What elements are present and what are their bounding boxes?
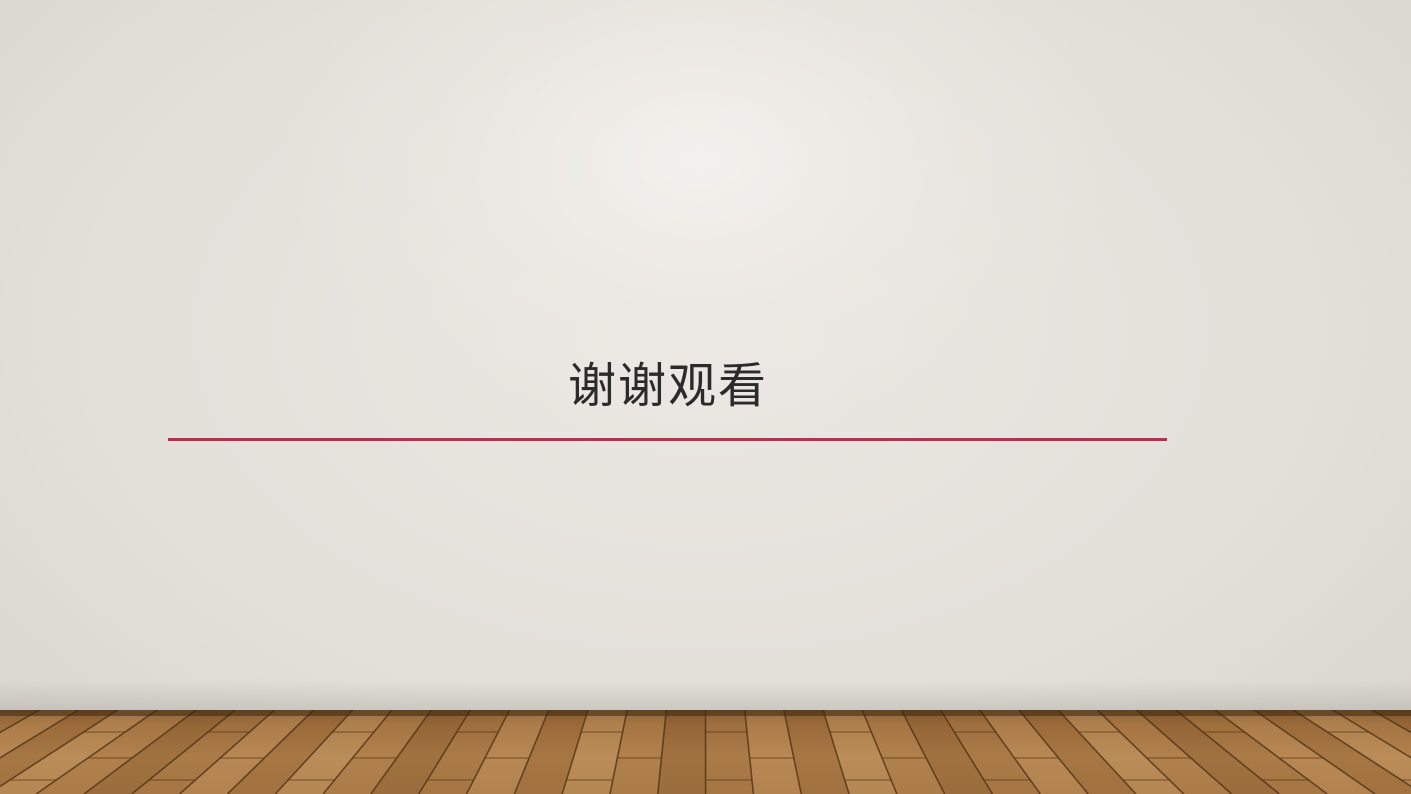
wooden-floor-planks xyxy=(0,710,1411,794)
floor-edge-shadow xyxy=(0,710,1411,716)
wooden-floor xyxy=(0,710,1411,794)
title-underline xyxy=(168,438,1167,441)
slide: 谢谢观看 xyxy=(0,0,1411,794)
wall-floor-shadow xyxy=(0,680,1411,710)
slide-title: 谢谢观看 xyxy=(567,358,768,414)
